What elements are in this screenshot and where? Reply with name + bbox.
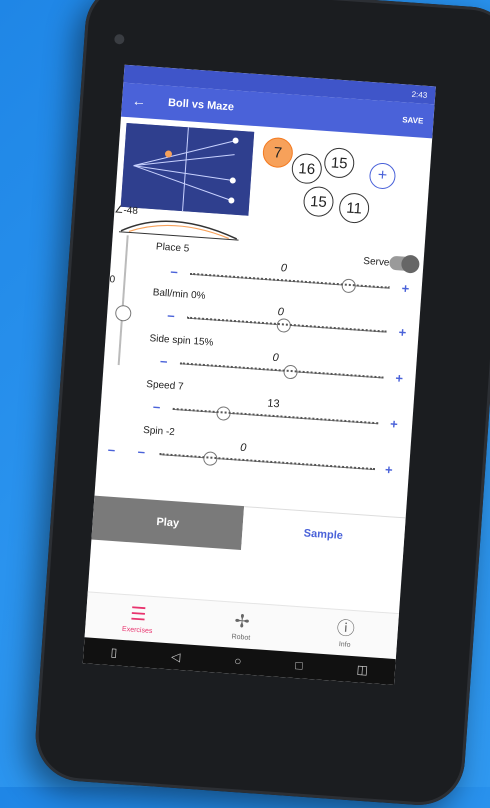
speed-slider-thumb[interactable] [216, 405, 231, 421]
nav-item-label: Robot [231, 633, 251, 642]
volume-icon[interactable]: ◫ [356, 662, 368, 677]
camera-icon [114, 33, 125, 45]
home-circle-icon[interactable]: ○ [234, 654, 242, 668]
app-screen: 2:43 ← Boll vs Maze SAVE 7 16 15 15 11 +… [82, 64, 436, 686]
side-spin-plus-button[interactable]: + [395, 370, 404, 385]
ball-min-slider-thumb[interactable] [276, 317, 292, 333]
place-minus-button[interactable]: − [170, 264, 179, 279]
side-spin-zero: 0 [272, 351, 280, 365]
spin-far-minus-button[interactable]: − [107, 442, 116, 457]
speed-minus-button[interactable]: − [152, 400, 161, 415]
place-slider[interactable] [190, 273, 390, 294]
ball-min-label: Ball/min 0% [152, 287, 206, 302]
spin-label: Spin -2 [142, 424, 176, 439]
exercise-preview: 7 16 15 15 11 + [113, 117, 433, 258]
back-arrow-icon[interactable]: ← [132, 92, 147, 109]
place-plus-button[interactable]: + [401, 281, 410, 296]
side-spin-slider-thumb[interactable] [283, 364, 299, 380]
place-slider-thumb[interactable] [341, 278, 357, 294]
serve-label: Serve [362, 255, 390, 269]
robot-icon: ✢ [233, 610, 251, 632]
side-spin-slider[interactable] [179, 363, 384, 380]
spin-slider-thumb[interactable] [202, 451, 218, 467]
ball-sequence: 7 16 15 15 11 + [254, 132, 428, 233]
place-zero: 0 [280, 262, 288, 275]
ball-min-minus-button[interactable]: − [167, 308, 176, 323]
nav-item-label: Info [338, 640, 351, 649]
spin-plus-button[interactable]: + [384, 462, 393, 477]
info-icon: ⓘ [336, 617, 356, 639]
ball-min-slider[interactable] [187, 317, 387, 333]
action-buttons: Play Sample [91, 495, 406, 562]
back-triangle-icon[interactable]: ◁ [171, 649, 181, 664]
add-ball-button[interactable]: + [368, 162, 397, 190]
sequence-ball[interactable]: 11 [338, 192, 371, 225]
sequence-ball[interactable]: 15 [302, 185, 335, 218]
speed-plus-button[interactable]: + [390, 416, 399, 431]
nav-item-label: Exercises [121, 625, 153, 635]
spin-minus-button[interactable]: − [137, 445, 146, 460]
sequence-ball[interactable]: 7 [261, 136, 294, 169]
speed-label: Speed 7 [145, 379, 184, 393]
place-label: Place 5 [155, 241, 190, 255]
play-button[interactable]: Play [91, 495, 245, 551]
recents-square-icon[interactable]: □ [295, 658, 303, 672]
side-spin-label: Side spin 15% [149, 333, 214, 349]
spin-zero: 0 [239, 441, 247, 455]
sample-button[interactable]: Sample [241, 506, 406, 562]
side-spin-minus-button[interactable]: − [159, 354, 168, 369]
angle-label: ∠-48 [114, 204, 139, 217]
sequence-ball[interactable]: 15 [323, 146, 356, 179]
spin-slider[interactable] [159, 451, 376, 471]
screenshot-icon[interactable]: ▯ [110, 645, 118, 659]
status-time: 2:43 [411, 89, 428, 100]
page-title: Boll vs Maze [167, 96, 235, 114]
tablet-frame: 2:43 ← Boll vs Maze SAVE 7 16 15 15 11 +… [32, 0, 490, 808]
table-trajectory-diagram [120, 122, 255, 216]
sequence-ball[interactable]: 16 [290, 152, 323, 185]
ball-min-plus-button[interactable]: + [398, 324, 407, 339]
speed-value: 13 [266, 397, 280, 411]
speed-slider[interactable] [172, 405, 379, 425]
save-button[interactable]: SAVE [402, 115, 424, 125]
list-icon: ☰ [129, 602, 148, 625]
ball-min-zero: 0 [277, 306, 285, 319]
serve-toggle[interactable] [388, 255, 418, 272]
